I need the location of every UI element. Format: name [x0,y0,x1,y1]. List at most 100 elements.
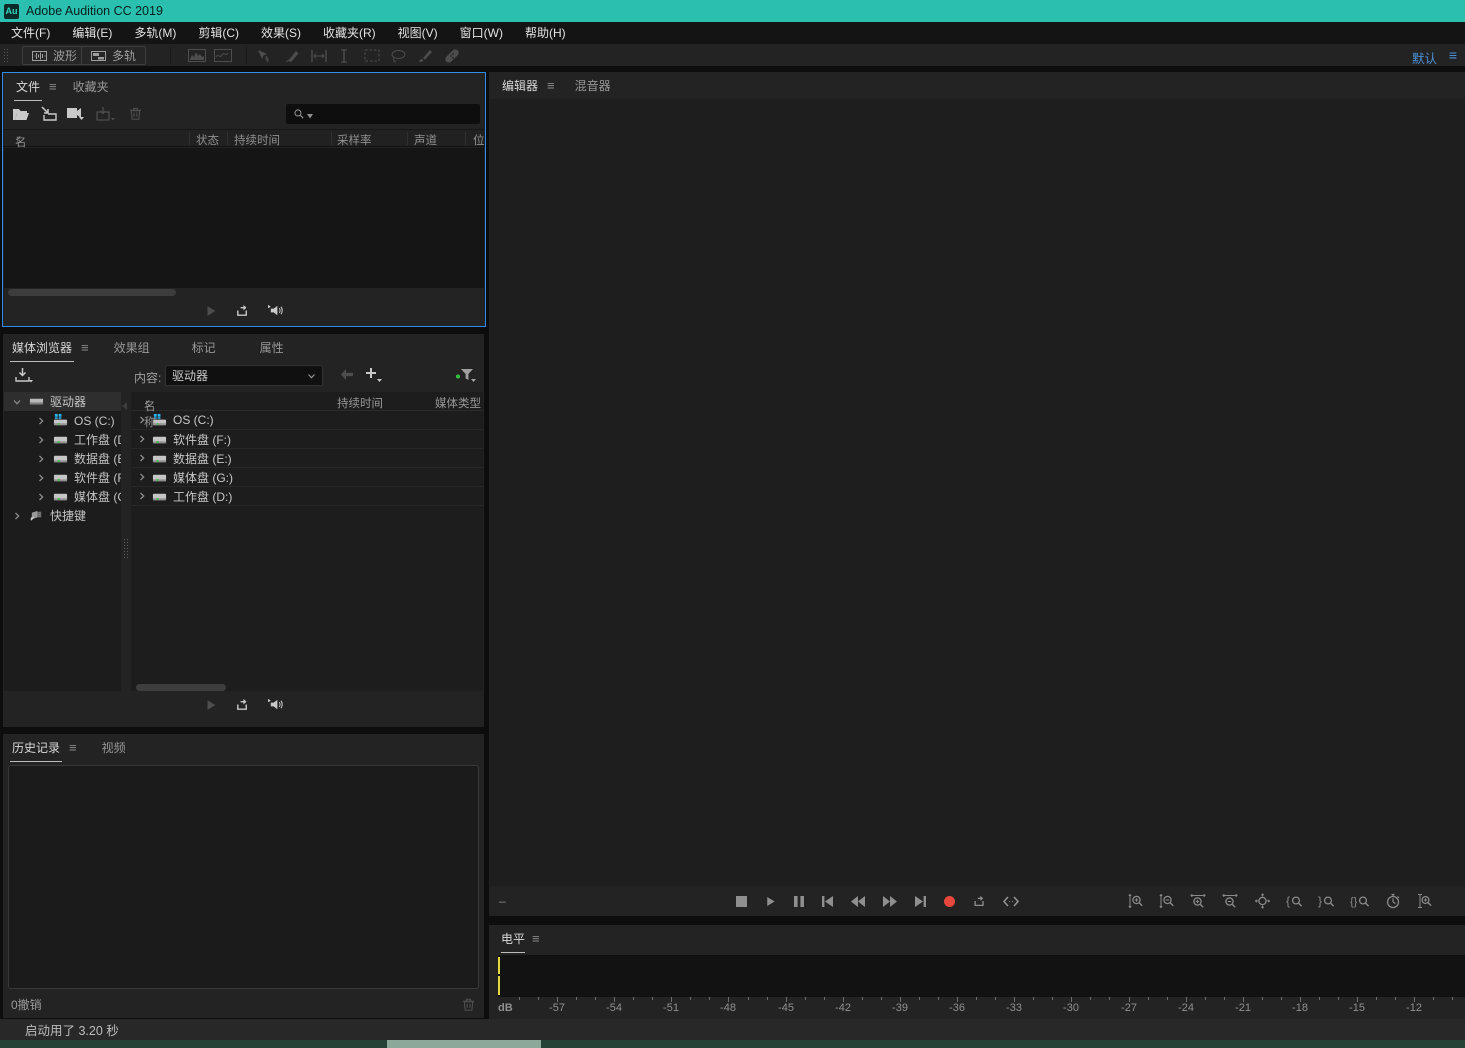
tab-levels[interactable]: 电平 [501,925,525,952]
skip-selection-icon[interactable] [1003,895,1019,908]
zoom-in-amplitude-icon[interactable] [1128,893,1144,909]
zoom-to-in-point-icon[interactable]: { [1286,893,1303,909]
play-icon[interactable] [204,698,218,712]
zoom-to-out-point-icon[interactable]: } [1318,893,1335,909]
zoom-out-amplitude-icon[interactable] [1159,893,1175,909]
ibeam-tool-icon[interactable] [338,49,350,63]
open-file-icon[interactable] [12,106,30,121]
chevron-right-icon[interactable] [138,492,146,500]
auto-play-speaker-icon[interactable] [267,303,284,318]
drive-row[interactable]: 软件盘 (F:) [131,430,483,449]
play-icon[interactable] [204,304,218,318]
tab-history[interactable]: 历史记录 [10,734,62,761]
chevron-right-icon[interactable] [37,436,45,444]
chevron-right-icon[interactable] [138,435,146,443]
taskbar-thumb[interactable] [387,1040,541,1048]
workspace-selector[interactable]: 默认 [1412,48,1437,67]
play-icon[interactable] [764,895,777,908]
divider-grip[interactable] [123,538,129,560]
tab-markers[interactable]: 标记 [190,334,218,361]
chevron-right-icon[interactable] [37,474,45,482]
chevron-right-icon[interactable] [37,455,45,463]
tree-item-drives-root[interactable]: 驱动器 [4,392,121,411]
workspace-menu-icon[interactable]: ≡ [1449,47,1457,63]
tab-files[interactable]: 文件 [14,73,42,100]
back-arrow-icon[interactable] [339,368,355,381]
new-content-icon[interactable] [66,106,86,121]
save-icon[interactable] [96,106,116,121]
history-list-empty[interactable] [8,765,479,989]
history-menu-icon[interactable]: ≡ [69,740,77,755]
tree-item-drive[interactable]: 媒体盘 (G:) [4,487,121,506]
tree-item-drive[interactable]: OS (C:) [4,411,121,430]
menu-help[interactable]: 帮助(H) [514,22,577,44]
menu-view[interactable]: 视图(V) [387,22,449,44]
tab-media-browser[interactable]: 媒体浏览器 [10,334,74,361]
tab-video[interactable]: 视频 [100,734,128,761]
editor-menu-icon[interactable]: ≡ [547,78,555,93]
spectral-pitch-display-icon[interactable] [214,49,232,62]
loop-playback-icon[interactable] [235,697,250,712]
multitrack-mode-button[interactable]: 多轨 [81,46,146,65]
loop-playback-icon[interactable] [972,894,987,908]
content-dropdown[interactable]: 驱动器 [165,365,323,386]
files-list-empty[interactable] [4,148,484,288]
tree-item-drive[interactable]: 数据盘 (E:) [4,449,121,468]
rewind-icon[interactable] [850,895,866,908]
column-channels[interactable]: 声道 [414,132,437,148]
skip-to-start-icon[interactable] [821,895,834,908]
column-duration[interactable]: 持续时间 [234,132,280,148]
files-hscrollbar-thumb[interactable] [8,289,176,296]
menu-window[interactable]: 窗口(W) [449,22,514,44]
drive-row[interactable]: 工作盘 (D:) [131,487,483,506]
menu-edit[interactable]: 编辑(E) [61,22,123,44]
menu-clip[interactable]: 剪辑(C) [187,22,250,44]
zoom-at-playhead-icon[interactable] [1416,893,1432,909]
stop-icon[interactable] [735,895,748,908]
marquee-selection-tool-icon[interactable] [364,49,380,62]
paintbrush-tool-icon[interactable] [417,49,432,63]
column-media-type[interactable]: 媒体类型 [435,395,481,411]
import-file-icon[interactable] [40,106,59,121]
tab-properties[interactable]: 属性 [258,334,286,361]
pause-icon[interactable] [793,895,805,908]
tab-effects-rack[interactable]: 效果组 [112,334,152,361]
tab-editor[interactable]: 编辑器 [500,72,540,99]
list-hscrollbar-thumb[interactable] [136,684,226,691]
tab-mixer[interactable]: 混音器 [573,72,613,99]
column-sample-rate[interactable]: 采样率 [337,132,372,148]
razor-tool-icon[interactable] [284,49,300,63]
drive-row[interactable]: 数据盘 (E:) [131,449,483,468]
skip-to-end-icon[interactable] [914,895,927,908]
chevron-right-icon[interactable] [138,473,146,481]
files-panel-menu-icon[interactable]: ≡ [49,79,57,94]
clear-history-trash-icon[interactable] [461,997,476,1012]
import-media-icon[interactable] [14,367,34,383]
column-status[interactable]: 状态 [196,132,219,148]
media-browser-menu-icon[interactable]: ≡ [81,340,89,355]
drive-row[interactable]: 媒体盘 (G:) [131,468,483,487]
fast-forward-icon[interactable] [882,895,898,908]
chevron-right-icon[interactable] [37,417,45,425]
add-shortcut-icon[interactable] [365,367,383,382]
filter-icon[interactable] [455,367,477,383]
waveform-mode-button[interactable]: 波形 [22,46,87,65]
search-dropdown-icon[interactable] [307,114,313,119]
record-icon[interactable] [943,895,956,908]
tab-favorites[interactable]: 收藏夹 [71,73,111,100]
tree-item-drive[interactable]: 软件盘 (F:) [4,468,121,487]
zoom-out-time-icon[interactable] [1222,893,1239,909]
zoom-in-time-icon[interactable] [1190,893,1207,909]
chevron-right-icon[interactable] [37,493,45,501]
collapse-arrow-icon[interactable] [122,402,128,410]
tree-item-shortcuts[interactable]: 快捷键 [4,506,121,525]
zoom-reset-icon[interactable] [1254,893,1271,909]
loop-playback-icon[interactable] [235,303,250,318]
menu-file[interactable]: 文件(F) [0,22,61,44]
spot-healing-brush-tool-icon[interactable] [444,49,460,63]
column-bit[interactable]: 位 [473,132,485,148]
spectral-frequency-display-icon[interactable] [188,49,206,62]
toolbar-grip[interactable] [3,48,9,63]
levels-menu-icon[interactable]: ≡ [532,931,540,946]
chevron-right-icon[interactable] [13,512,21,520]
